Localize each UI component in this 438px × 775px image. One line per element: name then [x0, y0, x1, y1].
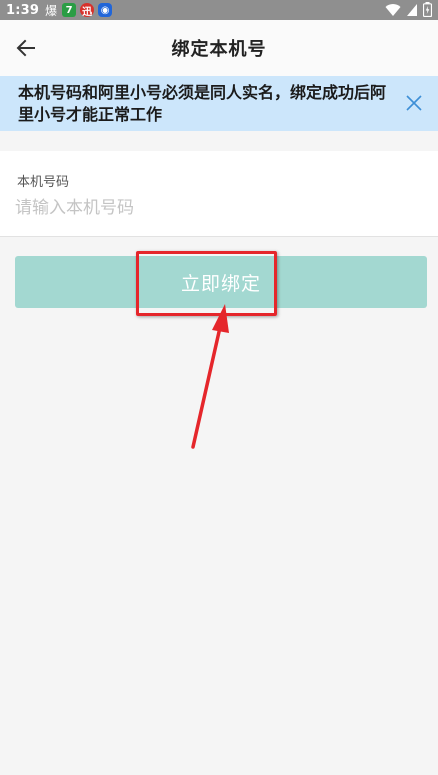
nav-bar: 绑定本机号: [0, 20, 438, 76]
status-indicators: [385, 2, 432, 17]
phone-field-card: 本机号码: [0, 151, 438, 237]
close-icon: [406, 95, 422, 111]
notification-text-icon: 爆: [45, 3, 58, 18]
status-time: 1:39: [6, 2, 40, 18]
back-button[interactable]: [10, 32, 42, 64]
battery-icon: [423, 2, 432, 17]
status-bar: 1:39 爆 7 迅 ◉: [0, 0, 438, 20]
phone-number-input[interactable]: [15, 193, 415, 223]
wifi-icon: [385, 3, 401, 16]
page-title: 绑定本机号: [171, 39, 267, 60]
phone-field-label: 本机号码: [17, 175, 70, 190]
arrow-left-icon: [16, 39, 35, 57]
notice-banner: 本机号码和阿里小号必须是同人实名，绑定成功后阿里小号才能正常工作: [0, 76, 438, 131]
screen: 1:39 爆 7 迅 ◉ 绑定本机号 本机号码和阿里小号必须是同人实名，绑定成功…: [0, 0, 438, 775]
signal-icon: [407, 3, 417, 16]
app-notification-icon: 7: [62, 3, 77, 17]
notice-close-button[interactable]: [402, 91, 426, 115]
bind-now-button[interactable]: 立即绑定: [15, 256, 427, 308]
message-notification-icon: ◉: [98, 3, 113, 17]
xunlei-notification-icon: 迅: [80, 3, 95, 18]
notice-text: 本机号码和阿里小号必须是同人实名，绑定成功后阿里小号才能正常工作: [18, 83, 387, 124]
